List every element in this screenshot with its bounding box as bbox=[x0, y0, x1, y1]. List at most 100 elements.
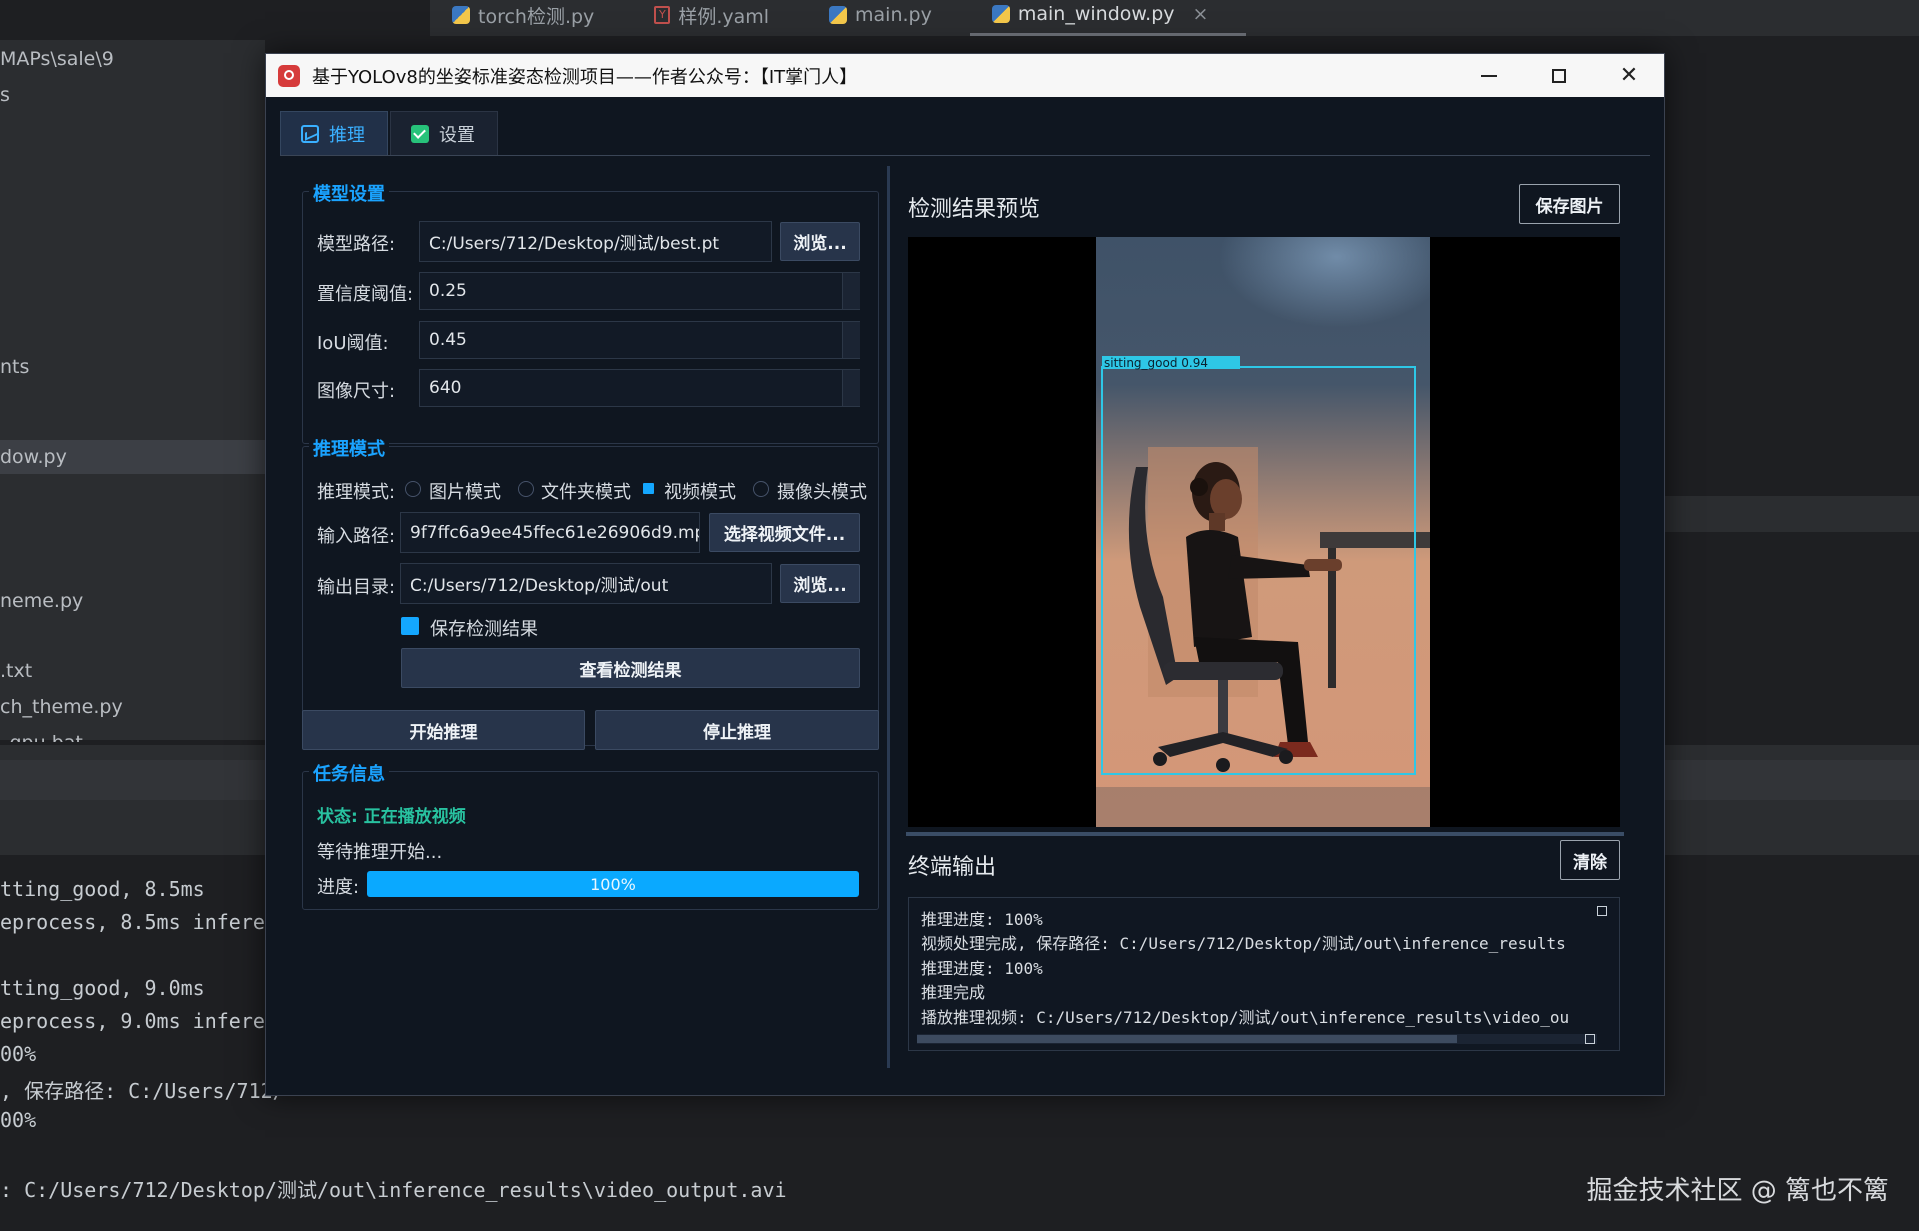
spin-arrows-icon[interactable] bbox=[842, 322, 860, 358]
editor-highlight bbox=[1660, 496, 1919, 532]
video-frame: sitting_good 0.94 bbox=[1096, 237, 1430, 827]
start-inference-button[interactable]: 开始推理 bbox=[302, 710, 585, 750]
close-button[interactable]: ✕ bbox=[1594, 54, 1664, 97]
terminal-line: eprocess, 8.5ms inferen bbox=[0, 910, 277, 934]
radio-video-mode-label[interactable]: 视频模式 bbox=[664, 478, 736, 504]
ide-tab-active[interactable]: main_window.py × bbox=[969, 0, 1247, 36]
terminal-line: 推理进度: 100% bbox=[921, 959, 1043, 978]
input-path-label: 输入路径: bbox=[317, 526, 396, 547]
maximize-icon bbox=[1552, 68, 1566, 83]
stop-inference-button[interactable]: 停止推理 bbox=[595, 710, 879, 750]
preview-title: 检测结果预览 bbox=[908, 197, 1041, 222]
ide-tab[interactable]: Y 样例.yaml bbox=[632, 0, 807, 36]
splitter-handle[interactable] bbox=[887, 166, 890, 1068]
terminal-line: tting_good, 8.5ms bbox=[0, 877, 205, 901]
terminal-line: eprocess, 9.0ms inferen bbox=[0, 1009, 277, 1033]
task-message: 等待推理开始... bbox=[317, 842, 443, 863]
ide-tab[interactable]: main.py bbox=[807, 0, 970, 36]
radio-camera-mode-label[interactable]: 摄像头模式 bbox=[777, 478, 867, 504]
tab-settings[interactable]: 设置 bbox=[390, 111, 498, 155]
terminal-line: , 保存路径: C:/Users/712/ bbox=[0, 1079, 285, 1103]
project-item[interactable]: s bbox=[0, 84, 10, 106]
detection-label: sitting_good 0.94 bbox=[1104, 356, 1208, 370]
browse-output-button[interactable]: 浏览... bbox=[780, 564, 860, 603]
horizontal-scrollbar[interactable] bbox=[917, 1034, 1597, 1044]
browse-model-button[interactable]: 浏览... bbox=[780, 222, 860, 261]
confidence-label: 置信度阈值: bbox=[317, 284, 414, 305]
save-results-label[interactable]: 保存检测结果 bbox=[430, 615, 538, 641]
python-file-icon bbox=[829, 6, 848, 24]
python-file-icon bbox=[452, 6, 470, 24]
terminal-line: 播放推理视频: C:/Users/712/Desktop/测试/out\infe… bbox=[921, 1008, 1570, 1027]
radio-image-mode[interactable] bbox=[405, 481, 421, 497]
image-size-label: 图像尺寸: bbox=[317, 381, 396, 402]
splitter-handle[interactable] bbox=[906, 832, 1624, 836]
spin-arrows-icon[interactable] bbox=[842, 370, 860, 406]
confidence-spinbox[interactable]: 0.25 bbox=[419, 272, 860, 310]
iou-label: IoU阈值: bbox=[317, 333, 389, 354]
project-panel: MAPs\sale\9 s nts dow.py neme.py .txt ch… bbox=[0, 40, 265, 742]
close-icon: ✕ bbox=[1619, 63, 1639, 88]
terminal-line: 00% bbox=[0, 1108, 37, 1132]
minimize-button[interactable] bbox=[1454, 54, 1524, 97]
output-dir-field[interactable]: C:/Users/712/Desktop/测试/out bbox=[400, 563, 772, 604]
terminal-line: 视频处理完成, 保存路径: C:/Users/712/Desktop/测试/ou… bbox=[921, 934, 1566, 953]
save-image-button[interactable]: 保存图片 bbox=[1519, 184, 1620, 224]
scrollbar-thumb[interactable] bbox=[917, 1035, 1457, 1043]
terminal-line: : C:/Users/712/Desktop/测试/out\inference_… bbox=[0, 1178, 787, 1202]
group-title: 任务信息 bbox=[309, 760, 389, 786]
title-bar: 基于YOLOv8的坐姿标准姿态检测项目——作者公众号：【IT掌门人】 ✕ bbox=[266, 54, 1664, 97]
project-item[interactable]: neme.py bbox=[0, 590, 83, 612]
terminal-line: tting_good, 9.0ms bbox=[0, 976, 205, 1000]
chart-icon bbox=[301, 124, 319, 143]
scroll-up-icon[interactable] bbox=[1597, 906, 1607, 916]
minimize-icon bbox=[1481, 74, 1497, 77]
progress-bar: 100% bbox=[367, 871, 859, 897]
project-item[interactable]: ch_theme.py bbox=[0, 696, 123, 718]
mode-label: 推理模式: bbox=[317, 482, 396, 503]
terminal-line: 推理进度: 100% bbox=[921, 910, 1043, 929]
project-item[interactable]: .txt bbox=[0, 660, 32, 682]
python-file-icon bbox=[991, 4, 1010, 23]
checkbox-icon bbox=[411, 124, 429, 143]
app-logo-icon bbox=[278, 64, 300, 87]
tab-infer[interactable]: 推理 bbox=[280, 111, 388, 155]
window-title: 基于YOLOv8的坐姿标准姿态检测项目——作者公众号：【IT掌门人】 bbox=[312, 66, 858, 88]
project-item[interactable]: nts bbox=[0, 356, 29, 378]
radio-image-mode-label[interactable]: 图片模式 bbox=[429, 478, 501, 504]
maximize-button[interactable] bbox=[1524, 54, 1594, 97]
radio-folder-mode[interactable] bbox=[518, 481, 534, 497]
yaml-file-icon: Y bbox=[654, 6, 671, 24]
radio-folder-mode-label[interactable]: 文件夹模式 bbox=[541, 478, 631, 504]
ide-tab[interactable]: torch检测.py bbox=[430, 0, 632, 36]
group-title: 推理模式 bbox=[309, 435, 389, 461]
radio-video-mode[interactable] bbox=[643, 483, 654, 494]
tab-bar: 推理 设置 bbox=[280, 111, 1650, 156]
select-video-button[interactable]: 选择视频文件... bbox=[709, 513, 860, 552]
progress-label: 进度: bbox=[317, 877, 360, 898]
ide-tab-bar: torch检测.py Y 样例.yaml main.py main_window.… bbox=[430, 0, 1919, 37]
terminal-line: 00% bbox=[0, 1042, 37, 1066]
preview-image: sitting_good 0.94 bbox=[908, 237, 1620, 827]
project-item-selected[interactable]: dow.py bbox=[0, 440, 265, 474]
save-results-checkbox[interactable] bbox=[401, 617, 419, 635]
terminal-title: 终端输出 bbox=[908, 855, 997, 880]
project-item[interactable]: MAPs\sale\9 bbox=[0, 48, 114, 70]
terminal-line: 推理完成 bbox=[921, 983, 986, 1002]
input-path-field[interactable]: 9f7ffc6a9ee45ffec61e26906d9.mp4 bbox=[400, 512, 700, 553]
model-path-label: 模型路径: bbox=[317, 234, 396, 255]
group-title: 模型设置 bbox=[309, 180, 389, 206]
image-size-spinbox[interactable]: 640 bbox=[419, 369, 860, 407]
status-text: 状态: 正在播放视频 bbox=[317, 807, 466, 827]
radio-camera-mode[interactable] bbox=[753, 481, 769, 497]
model-path-field[interactable]: C:/Users/712/Desktop/测试/best.pt bbox=[419, 221, 772, 262]
view-results-button[interactable]: 查看检测结果 bbox=[401, 648, 860, 688]
project-item[interactable]: _gpu.bat bbox=[0, 732, 83, 742]
terminal-output[interactable]: 推理进度: 100% 视频处理完成, 保存路径: C:/Users/712/De… bbox=[908, 897, 1620, 1051]
spin-arrows-icon[interactable] bbox=[842, 273, 860, 309]
iou-spinbox[interactable]: 0.45 bbox=[419, 321, 860, 359]
scroll-right-icon[interactable] bbox=[1585, 1034, 1595, 1044]
close-icon[interactable]: × bbox=[1193, 3, 1209, 25]
app-window: 基于YOLOv8的坐姿标准姿态检测项目——作者公众号：【IT掌门人】 ✕ 推理 … bbox=[265, 53, 1665, 1096]
clear-button[interactable]: 清除 bbox=[1560, 840, 1620, 880]
